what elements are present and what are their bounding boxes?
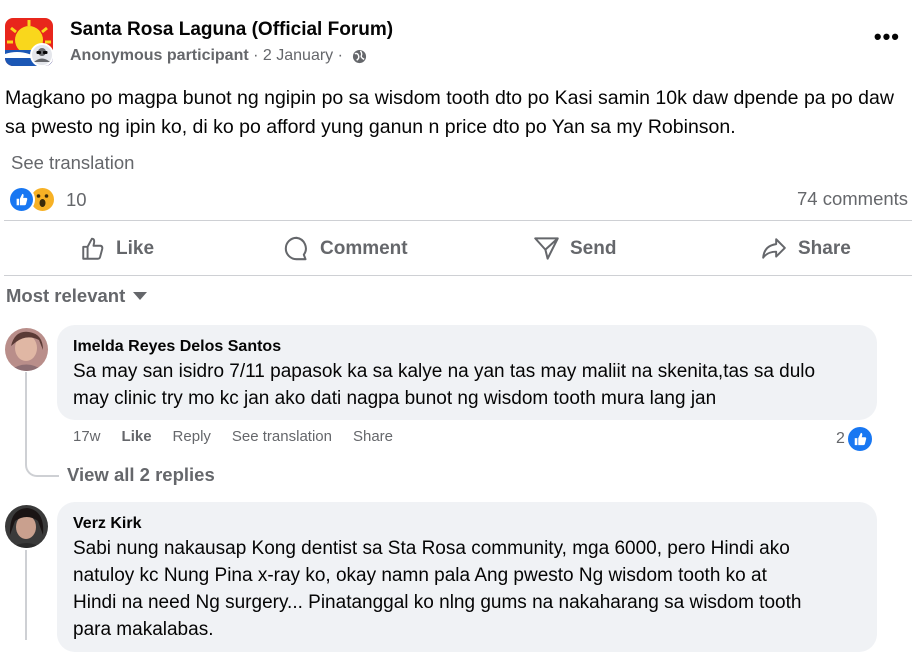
post-action-bar: Like Comment Send Share bbox=[0, 222, 912, 275]
thread-connector bbox=[25, 455, 59, 477]
comment-actions: 17w Like Reply See translation Share bbox=[73, 428, 414, 445]
divider bbox=[4, 275, 912, 276]
see-translation-link[interactable]: See translation bbox=[11, 152, 134, 174]
comment-icon bbox=[284, 236, 307, 261]
comment-text-line: Hindi na need Ng surgery... Pinatanggal … bbox=[73, 592, 802, 613]
comment-bubble: Imelda Reyes Delos Santos Sa may san isi… bbox=[57, 325, 877, 420]
comment-see-translation[interactable]: See translation bbox=[232, 428, 332, 445]
avatar[interactable] bbox=[5, 505, 48, 548]
view-replies-link[interactable]: View all 2 replies bbox=[67, 464, 215, 486]
comments-count[interactable]: 74 comments bbox=[797, 188, 908, 210]
send-icon bbox=[534, 237, 559, 260]
comment-text-line: natuloy kc Nung Pina x-ray ko, okay namn… bbox=[73, 565, 767, 586]
like-label: Like bbox=[116, 237, 155, 259]
comment-author[interactable]: Imelda Reyes Delos Santos bbox=[73, 338, 281, 356]
comment-text-line: para makalabas. bbox=[73, 619, 214, 640]
like-button[interactable]: Like bbox=[80, 222, 154, 275]
like-icon bbox=[82, 237, 104, 260]
comment-time[interactable]: 17w bbox=[73, 428, 101, 445]
meta-separator: · bbox=[333, 47, 348, 64]
comment-like-number: 2 bbox=[836, 430, 845, 447]
globe-icon bbox=[352, 49, 367, 64]
thread-line bbox=[25, 372, 27, 462]
reactions-summary[interactable]: 10 bbox=[8, 186, 87, 213]
caret-down-icon bbox=[133, 292, 148, 300]
meta-separator: · bbox=[248, 47, 263, 64]
avatar[interactable] bbox=[5, 328, 48, 371]
comment-like-button[interactable]: Like bbox=[122, 428, 152, 445]
comment-button[interactable]: Comment bbox=[283, 222, 408, 275]
divider bbox=[4, 220, 912, 221]
share-label: Share bbox=[798, 237, 851, 259]
thread-line bbox=[25, 550, 27, 640]
share-icon bbox=[762, 237, 786, 259]
comment-author[interactable]: Verz Kirk bbox=[73, 515, 141, 533]
comment-sort-label: Most relevant bbox=[6, 285, 126, 306]
more-options-icon[interactable]: ••• bbox=[874, 24, 900, 50]
share-button[interactable]: Share bbox=[760, 222, 851, 275]
post-author[interactable]: Anonymous participant bbox=[70, 47, 249, 65]
comment-text-line: may clinic try mo kc jan ako dati nagpa … bbox=[73, 388, 717, 409]
comment-text-line: Sa may san isidro 7/11 papasok ka sa kal… bbox=[73, 361, 816, 382]
group-logo-icon bbox=[5, 18, 53, 66]
group-name[interactable]: Santa Rosa Laguna (Official Forum) bbox=[70, 19, 393, 41]
comment-label: Comment bbox=[320, 237, 408, 259]
like-reaction-icon bbox=[8, 186, 35, 213]
post-meta: Anonymous participant · 2 January · bbox=[70, 47, 367, 65]
send-label: Send bbox=[570, 237, 617, 259]
comment-like-count[interactable]: 2 bbox=[836, 426, 873, 452]
like-reaction-icon bbox=[846, 426, 873, 452]
comment-bubble: Verz Kirk Sabi nung nakausap Kong dentis… bbox=[57, 502, 877, 652]
reaction-count: 10 bbox=[66, 188, 87, 210]
post-text: Magkano po magpa bunot ng ngipin po sa w… bbox=[5, 87, 894, 138]
comment-sort-dropdown[interactable]: Most relevant bbox=[6, 285, 148, 307]
comment-text-line: Sabi nung nakausap Kong dentist sa Sta R… bbox=[73, 538, 790, 559]
comment-share-button[interactable]: Share bbox=[353, 428, 393, 445]
post-date[interactable]: 2 January bbox=[263, 47, 333, 65]
comment-reply-button[interactable]: Reply bbox=[173, 428, 211, 445]
group-avatar[interactable] bbox=[5, 18, 53, 66]
send-button[interactable]: Send bbox=[533, 222, 616, 275]
